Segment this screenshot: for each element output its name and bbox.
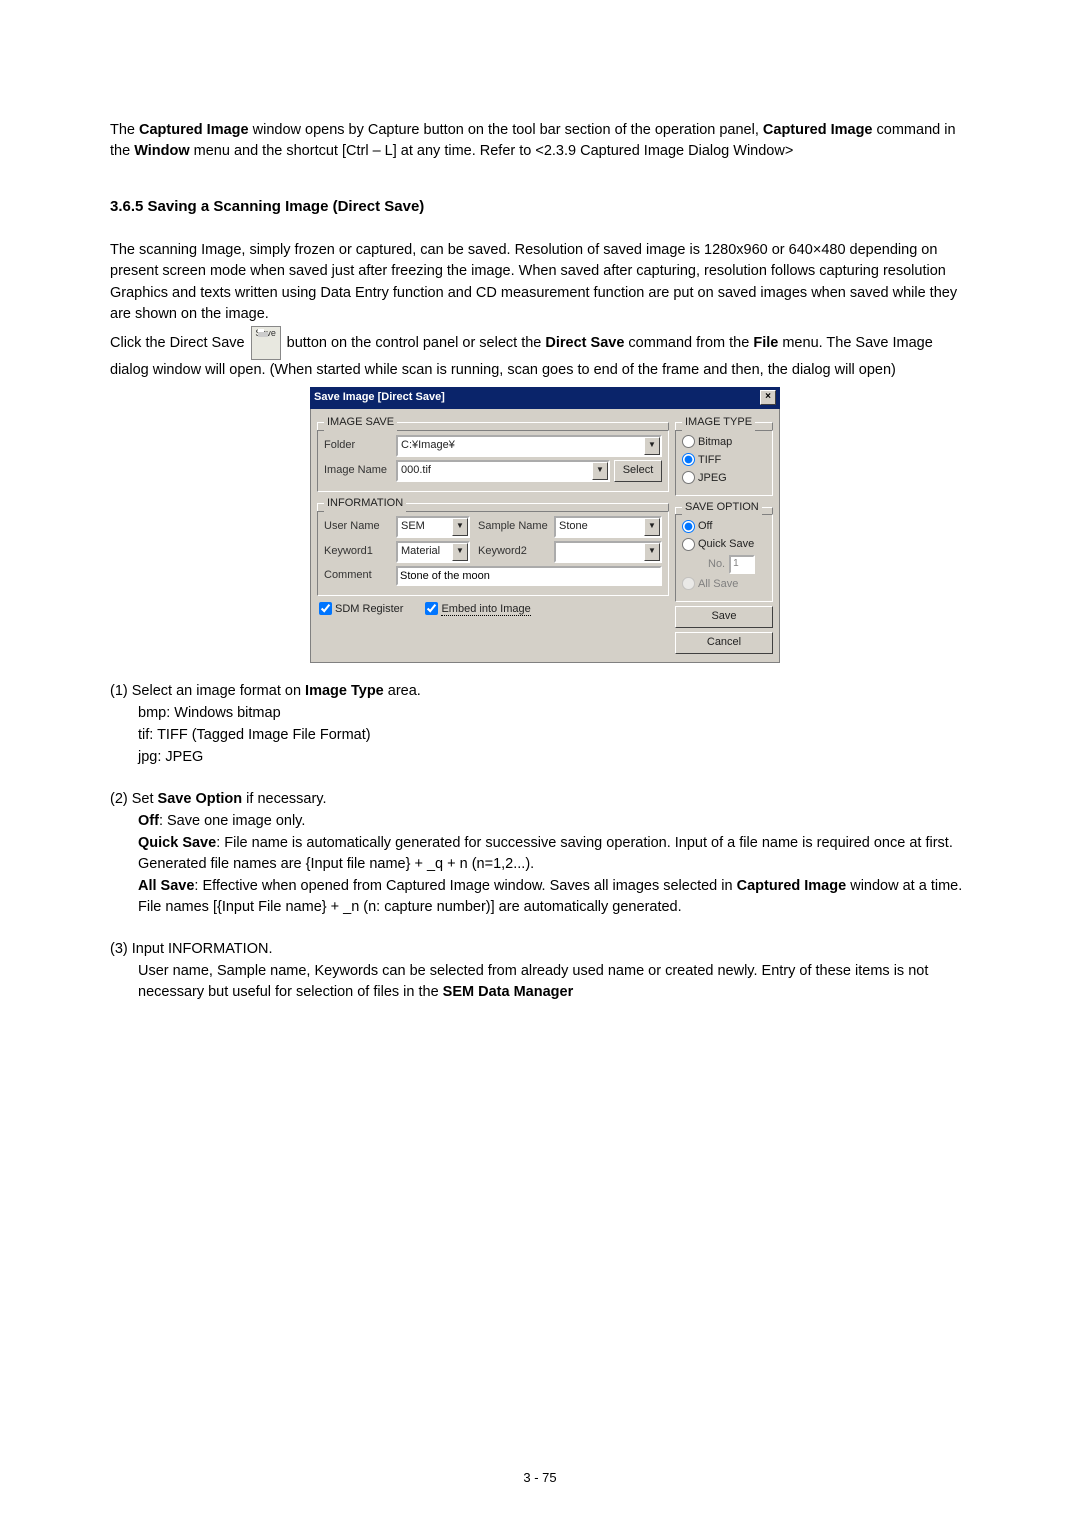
group-image-save: IMAGE SAVE Folder C:¥Image¥▼ Image Name … [317, 415, 669, 492]
radio-jpeg[interactable]: JPEG [682, 471, 766, 487]
radio-bitmap[interactable]: Bitmap [682, 435, 766, 451]
group-information: INFORMATION User Name SEM▼ Sample Name S… [317, 496, 669, 596]
para2-l3: Click the Direct Save Save button on the… [110, 326, 970, 381]
label-samplename: Sample Name [478, 519, 550, 535]
para2-l2: Graphics and texts written using Data En… [110, 283, 970, 325]
folder-field[interactable]: C:¥Image¥▼ [396, 435, 662, 457]
legend-save-option: SAVE OPTION [682, 500, 762, 516]
label-keyword2: Keyword2 [478, 544, 550, 560]
label-no: No. [708, 557, 725, 573]
step1-bmp: bmp: Windows bitmap [110, 703, 970, 724]
username-field[interactable]: SEM▼ [396, 516, 470, 538]
label-comment: Comment [324, 568, 392, 584]
keyword2-field[interactable]: ▼ [554, 541, 662, 563]
dialog-title: Save Image [Direct Save] [314, 390, 445, 406]
sdm-register-checkbox[interactable]: SDM Register [319, 602, 403, 618]
radio-quick-save[interactable]: Quick Save [682, 537, 766, 553]
chevron-down-icon[interactable]: ▼ [644, 518, 660, 536]
page-number: 3 - 75 [0, 1469, 1080, 1488]
cancel-button[interactable]: Cancel [675, 632, 773, 654]
label-folder: Folder [324, 438, 392, 454]
step1-jpg: jpg: JPEG [110, 747, 970, 768]
keyword1-field[interactable]: Material▼ [396, 541, 470, 563]
step2-allsave: All Save: Effective when opened from Cap… [110, 876, 970, 918]
radio-tiff[interactable]: TIFF [682, 453, 766, 469]
radio-all-save: All Save [682, 577, 766, 593]
group-save-option: SAVE OPTION Off Quick Save No. 1 All Sav… [675, 500, 773, 602]
chevron-down-icon[interactable]: ▼ [592, 462, 608, 480]
step2-off: Off: Save one image only. [110, 811, 970, 832]
save-image-dialog: Save Image [Direct Save] × IMAGE SAVE Fo… [310, 387, 780, 663]
save-toolbar-icon[interactable]: Save [251, 326, 281, 360]
chevron-down-icon[interactable]: ▼ [452, 543, 468, 561]
step2-head: (2) Set Save Option if necessary. [110, 789, 970, 810]
step3-head: (3) Input INFORMATION. [110, 939, 970, 960]
radio-off[interactable]: Off [682, 519, 766, 535]
no-field: 1 [729, 555, 755, 574]
legend-image-save: IMAGE SAVE [324, 415, 397, 431]
step1-tif: tif: TIFF (Tagged Image File Format) [110, 725, 970, 746]
legend-information: INFORMATION [324, 496, 406, 512]
save-button[interactable]: Save [675, 606, 773, 628]
label-image-name: Image Name [324, 463, 392, 479]
chevron-down-icon[interactable]: ▼ [644, 543, 660, 561]
para2-l1: The scanning Image, simply frozen or cap… [110, 240, 970, 282]
samplename-field[interactable]: Stone▼ [554, 516, 662, 538]
step1-head: (1) Select an image format on Image Type… [110, 681, 970, 702]
group-image-type: IMAGE TYPE Bitmap TIFF JPEG [675, 415, 773, 496]
chevron-down-icon[interactable]: ▼ [644, 437, 660, 455]
close-button[interactable]: × [760, 390, 776, 405]
label-username: User Name [324, 519, 392, 535]
embed-into-image-checkbox[interactable]: Embed into Image [425, 602, 530, 618]
section-title: 3.6.5 Saving a Scanning Image (Direct Sa… [110, 196, 970, 218]
chevron-down-icon[interactable]: ▼ [452, 518, 468, 536]
legend-image-type: IMAGE TYPE [682, 415, 755, 431]
step3-body: User name, Sample name, Keywords can be … [110, 961, 970, 1003]
dialog-titlebar: Save Image [Direct Save] × [310, 387, 780, 409]
image-name-field[interactable]: 000.tif▼ [396, 460, 610, 482]
label-keyword1: Keyword1 [324, 544, 392, 560]
step2-quick: Quick Save: File name is automatically g… [110, 833, 970, 875]
intro-paragraph: The Captured Image window opens by Captu… [110, 120, 970, 162]
select-button[interactable]: Select [614, 460, 662, 482]
comment-field[interactable] [396, 566, 662, 586]
